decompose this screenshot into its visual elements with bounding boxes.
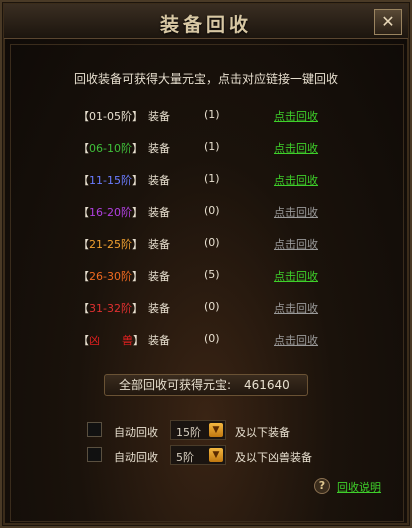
recycle-link[interactable]: 点击回收 xyxy=(274,332,318,348)
title-bar: 装备回收 ✕ xyxy=(4,4,408,39)
bracket-close: 】 xyxy=(131,142,143,155)
equip-label: 装备 xyxy=(148,270,170,283)
bracket-close: 】 xyxy=(133,334,144,347)
equip-count: (0) xyxy=(204,332,220,345)
tier-range: 31-32阶 xyxy=(89,302,132,315)
equip-label: 装备 xyxy=(148,110,170,123)
bracket-open: 【 xyxy=(78,142,89,155)
bracket-open: 【 xyxy=(78,206,89,219)
tier-range: 06-10阶 xyxy=(89,142,132,155)
recycle-row: 【凶 兽】 装备 (0) 点击回收 xyxy=(0,330,412,350)
equip-count: (1) xyxy=(204,140,220,153)
bracket-close: 】 xyxy=(131,206,143,219)
equip-label: 装备 xyxy=(148,142,170,155)
recycle-link[interactable]: 点击回收 xyxy=(274,268,318,284)
equip-label: 装备 xyxy=(148,206,170,219)
tier-range: 21-25阶 xyxy=(89,238,132,251)
recycle-row: 【06-10阶】 装备 (1) 点击回收 xyxy=(0,138,412,158)
bracket-close: 】 xyxy=(131,302,143,315)
recycle-row: 【21-25阶】 装备 (0) 点击回收 xyxy=(0,234,412,254)
recycle-link[interactable]: 点击回收 xyxy=(274,236,318,252)
bracket-open: 【 xyxy=(78,302,89,315)
recycle-row: 【31-32阶】 装备 (0) 点击回收 xyxy=(0,298,412,318)
equip-count: (1) xyxy=(204,172,220,185)
intro-text: 回收装备可获得大量元宝，点击对应链接一键回收 xyxy=(73,72,338,86)
bracket-close: 】 xyxy=(131,270,143,283)
tier-range: 01-05阶 xyxy=(89,110,132,123)
tier-range: 16-20阶 xyxy=(89,206,132,219)
select-value: 15阶 xyxy=(176,426,201,439)
tier-label: 【06-10阶】 xyxy=(78,140,143,156)
tier-label: 【01-05阶】 xyxy=(78,108,143,124)
chevron-down-icon[interactable]: ▼ xyxy=(209,448,223,462)
total-reward-label: 全部回收可获得元宝: xyxy=(119,378,232,392)
equip-label: 装备 xyxy=(148,174,170,187)
tier-label: 【11-15阶】 xyxy=(78,172,143,188)
tier-range: 11-15阶 xyxy=(89,174,132,187)
total-reward-box: 全部回收可获得元宝: 461640 xyxy=(104,374,308,396)
close-button[interactable]: ✕ xyxy=(374,9,402,35)
bracket-open: 【 xyxy=(78,238,89,251)
equip-label: 装备 xyxy=(148,302,170,315)
tier-range: 26-30阶 xyxy=(89,270,132,283)
tier-label: 【31-32阶】 xyxy=(78,300,143,316)
equip-count: (0) xyxy=(204,300,220,313)
bracket-close: 】 xyxy=(131,110,143,123)
auto-recycle-beast-option: 自动回收 5阶 ▼ 及以下凶兽装备 xyxy=(0,445,412,467)
equip-label: 装备 xyxy=(148,238,170,251)
bracket-close: 】 xyxy=(131,174,143,187)
bracket-open: 【 xyxy=(78,174,89,187)
recycle-link[interactable]: 点击回收 xyxy=(274,140,318,156)
tier-label: 【16-20阶】 xyxy=(78,204,143,220)
total-reward-value: 461640 xyxy=(244,378,290,392)
auto-recycle-equip-checkbox[interactable] xyxy=(87,422,102,437)
select-value: 5阶 xyxy=(176,451,194,464)
recycle-link[interactable]: 点击回收 xyxy=(274,204,318,220)
window-title: 装备回收 xyxy=(159,14,252,36)
auto-recycle-equip-option: 自动回收 15阶 ▼ 及以下装备 xyxy=(0,420,412,442)
tier-label: 【凶 兽】 xyxy=(78,332,144,348)
option-suffix: 及以下装备 xyxy=(235,426,290,439)
equip-count: (5) xyxy=(204,268,220,281)
close-icon: ✕ xyxy=(381,12,395,31)
recycle-row: 【16-20阶】 装备 (0) 点击回收 xyxy=(0,202,412,222)
help-icon[interactable]: ? xyxy=(314,478,330,494)
equip-tier-select[interactable]: 15阶 ▼ xyxy=(170,420,226,440)
bracket-close: 】 xyxy=(131,238,143,251)
recycle-row: 【01-05阶】 装备 (1) 点击回收 xyxy=(0,106,412,126)
tier-label: 【26-30阶】 xyxy=(78,268,143,284)
help-link[interactable]: 回收说明 xyxy=(337,479,381,495)
equip-count: (0) xyxy=(204,204,220,217)
chevron-down-icon[interactable]: ▼ xyxy=(209,423,223,437)
bracket-open: 【 xyxy=(78,110,89,123)
recycle-row: 【11-15阶】 装备 (1) 点击回收 xyxy=(0,170,412,190)
recycle-row: 【26-30阶】 装备 (5) 点击回收 xyxy=(0,266,412,286)
equip-count: (0) xyxy=(204,236,220,249)
auto-recycle-label: 自动回收 xyxy=(114,426,158,439)
auto-recycle-label: 自动回收 xyxy=(114,451,158,464)
beast-tier-select[interactable]: 5阶 ▼ xyxy=(170,445,226,465)
recycle-link[interactable]: 点击回收 xyxy=(274,300,318,316)
recycle-link[interactable]: 点击回收 xyxy=(274,108,318,124)
bracket-open: 【 xyxy=(78,270,89,283)
equip-count: (1) xyxy=(204,108,220,121)
bracket-open: 【 xyxy=(78,334,89,347)
tier-range: 凶 兽 xyxy=(89,334,133,347)
recycle-link[interactable]: 点击回收 xyxy=(274,172,318,188)
option-suffix: 及以下凶兽装备 xyxy=(235,451,312,464)
equip-label: 装备 xyxy=(148,334,170,347)
auto-recycle-beast-checkbox[interactable] xyxy=(87,447,102,462)
tier-label: 【21-25阶】 xyxy=(78,236,143,252)
